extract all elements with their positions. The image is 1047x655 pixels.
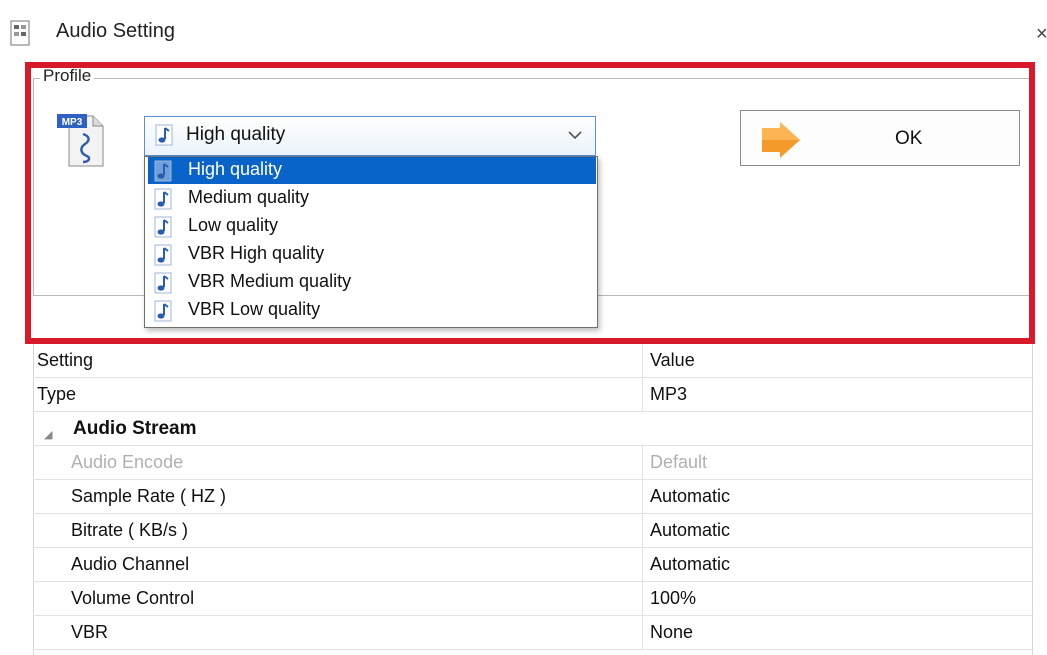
column-divider (642, 514, 643, 548)
setting-label: Volume Control (71, 588, 195, 608)
setting-label: VBR (71, 622, 109, 642)
column-divider (642, 616, 643, 650)
grid-row[interactable]: Sample Rate ( HZ ) Automatic (33, 480, 1033, 514)
setting-value: Automatic (650, 486, 731, 506)
grid-row[interactable]: Volume Control 100% (33, 582, 1033, 616)
column-divider (642, 548, 643, 582)
grid-row-type[interactable]: Type MP3 (33, 378, 1033, 412)
column-divider (642, 344, 643, 378)
setting-value: Automatic (650, 554, 731, 574)
setting-value: Default (650, 452, 708, 472)
grid-header-value: Value (650, 350, 695, 370)
grid-row[interactable]: Bitrate ( KB/s ) Automatic (33, 514, 1033, 548)
setting-label: Audio Channel (71, 554, 190, 574)
app-icon (10, 20, 30, 46)
setting-value: Automatic (650, 520, 731, 540)
setting-label: Type (37, 384, 77, 404)
setting-label: Audio Encode (71, 452, 184, 472)
grid-row[interactable]: Audio Channel Automatic (33, 548, 1033, 582)
category-label: Audio Stream (73, 418, 197, 439)
setting-label: Bitrate ( KB/s ) (71, 520, 189, 540)
grid-category-audio-stream[interactable]: Audio Stream (33, 412, 1033, 446)
setting-value: MP3 (650, 384, 688, 404)
collapse-triangle-icon[interactable]: ◢ (44, 428, 52, 441)
grid-row: Audio Encode Default (33, 446, 1033, 480)
window-title: Audio Setting (56, 20, 175, 42)
close-icon[interactable]: × (1036, 24, 1047, 44)
setting-label: Sample Rate ( HZ ) (71, 486, 227, 506)
highlight-annotation-frame (25, 62, 1035, 344)
setting-value: None (650, 622, 694, 642)
grid-header-row: Setting Value (33, 344, 1033, 378)
column-divider (642, 378, 643, 412)
grid-row[interactable]: VBR None (33, 616, 1033, 650)
column-divider (642, 480, 643, 514)
column-divider (642, 582, 643, 616)
setting-value: 100% (650, 588, 697, 608)
grid-header-setting: Setting (37, 350, 94, 370)
column-divider (642, 446, 643, 480)
